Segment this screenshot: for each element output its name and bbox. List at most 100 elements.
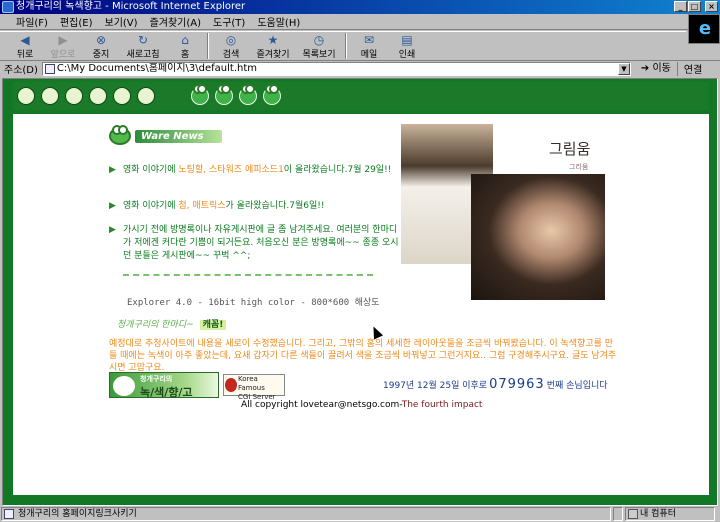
frog-icon <box>215 84 233 105</box>
toolbar-separator <box>345 33 347 59</box>
security-zone-panel: 내 컴퓨터 <box>625 507 715 521</box>
frog-icon <box>239 84 257 105</box>
title-bar: 청개구리의 녹색향고 - Microsoft Internet Explorer… <box>0 0 720 14</box>
photo-subtitle: 그리움 <box>569 163 589 171</box>
menu-view[interactable]: 보기(V) <box>99 14 144 29</box>
page-content: Ware News ▶ 영화 이야기에 노팅할, 스타워즈 에피소드1이 올라왔… <box>13 114 709 495</box>
minimize-button[interactable]: _ <box>674 1 687 12</box>
window-title: 청개구리의 녹색향고 - Microsoft Internet Explorer <box>16 1 246 12</box>
update-paragraph: 예정대로 추청사이트에 내용을 새로이 수정했습니다. 그리고, 그밖의 홈의 … <box>109 339 617 373</box>
links-button[interactable]: 연결 <box>678 61 708 76</box>
frog-icon <box>191 84 209 105</box>
photo-title: 그림움 <box>549 140 591 158</box>
page-icon <box>44 63 55 74</box>
status-text-panel: 청개구리의 홈페이지링크사키기 <box>1 507 611 521</box>
copyright-line: All copyright lovetear@netsgo.com-The fo… <box>241 400 483 410</box>
window-controls: _ □ × <box>674 1 718 12</box>
web-page: Ware News ▶ 영화 이야기에 노팅할, 스타워즈 에피소드1이 올라왔… <box>3 79 717 505</box>
favorites-folder-icon: ★ <box>267 33 279 47</box>
ie-e-icon: e <box>698 18 712 39</box>
nav-bullet-icon <box>137 87 155 105</box>
address-input[interactable]: C:\My Documents\홈페이지\3\default.htm ▼ <box>41 61 631 76</box>
history-icon: ◷ <box>313 33 325 47</box>
news-item[interactable]: ▶ 영화 이야기에 노팅할, 스타워즈 에피소드1이 올라왔습니다.7월 29일… <box>109 164 399 177</box>
refresh-button[interactable]: ↻ 새로고침 <box>120 32 166 60</box>
back-button[interactable]: ◀ 뒤로 <box>6 32 44 60</box>
history-button[interactable]: ◷ 목록보기 <box>296 32 342 60</box>
go-button[interactable]: ➔ 이동 <box>635 61 678 76</box>
nav-home-link[interactable] <box>17 85 37 107</box>
ie-app-icon <box>2 1 14 13</box>
visitor-count: 079963 <box>489 377 545 392</box>
photo-woman <box>471 174 605 300</box>
menu-help[interactable]: 도움말(H) <box>251 14 306 29</box>
ie-throbber-logo: e <box>688 14 720 44</box>
standard-toolbar: ◀ 뒤로 ▶ 앞으로 ⊗ 중지 ↻ 새로고침 ⌂ 홈 ◎ 검색 ★ 즐겨찾기 ◷ 목록보기 ✉ 메… <box>0 31 686 60</box>
cgi-logo-icon <box>225 378 237 392</box>
nav-bullet-icon <box>113 87 131 105</box>
home-button[interactable]: ⌂ 홈 <box>166 32 204 60</box>
go-arrow-icon: ➔ <box>640 62 650 74</box>
menu-favorites[interactable]: 즐겨찾기(A) <box>144 14 207 29</box>
nav-bullet-icon <box>41 87 59 105</box>
nav-frog-4[interactable] <box>263 84 283 107</box>
frog-icon <box>17 87 35 105</box>
nav-link-4[interactable] <box>113 85 133 107</box>
refresh-icon: ↻ <box>137 33 149 47</box>
back-arrow-icon: ◀ <box>20 33 30 47</box>
nav-bullet-icon <box>89 87 107 105</box>
news-item: ▶ 가시기 전에 방명록이나 자유게시판에 글 좀 남겨주세요. 여러분의 한마… <box>109 225 399 261</box>
nav-frog-1[interactable] <box>191 84 211 107</box>
status-panel <box>613 507 623 521</box>
address-label: 주소(D) <box>4 65 38 76</box>
menu-file[interactable]: 파일(F) <box>10 14 54 29</box>
close-button[interactable]: × <box>705 1 718 12</box>
nav-link-5[interactable] <box>137 85 157 107</box>
computer-icon <box>628 509 638 519</box>
forward-button[interactable]: ▶ 앞으로 <box>44 32 82 60</box>
arrow-bullet-icon: ▶ <box>109 201 116 211</box>
nav-link-3[interactable] <box>89 85 109 107</box>
stop-icon: ⊗ <box>95 33 107 47</box>
print-button[interactable]: ▤ 인쇄 <box>388 32 426 60</box>
ware-news-label: Ware News <box>135 129 222 143</box>
cgi-server-banner[interactable]: Korea Famous CGI Server <box>223 374 285 401</box>
menu-bar: 파일(F) 편집(E) 보기(V) 즐겨찾기(A) 도구(T) 도움말(H) <box>0 14 720 30</box>
site-nav-strip <box>13 82 709 110</box>
status-bar: 청개구리의 홈페이지링크사키기 내 컴퓨터 <box>0 506 720 522</box>
visitor-counter: 1997년 12월 25일 이후로 079963 번째 손님입니다 <box>383 377 608 392</box>
menu-edit[interactable]: 편집(E) <box>54 14 99 29</box>
nav-frog-3[interactable] <box>239 84 259 107</box>
photo-collage: 그림움 그리움 <box>401 124 605 300</box>
toolbar-separator <box>207 33 209 59</box>
maximize-button[interactable]: □ <box>688 1 701 12</box>
menu-tools[interactable]: 도구(T) <box>207 14 251 29</box>
address-dropdown-button[interactable]: ▼ <box>617 62 630 75</box>
nav-bullet-icon <box>65 87 83 105</box>
site-banner[interactable]: 청개구리의 녹/색/향/고 <box>109 372 219 399</box>
news-item[interactable]: ▶ 영화 이야기에 첨, 매트릭스가 올라왔습니다.7월6일!! <box>109 200 399 213</box>
printer-icon: ▤ <box>401 33 413 47</box>
browser-recommendation: Explorer 4.0 - 16bit high color - 800*60… <box>127 298 380 308</box>
forward-arrow-icon: ▶ <box>58 33 68 47</box>
nav-frog-2[interactable] <box>215 84 235 107</box>
stop-button[interactable]: ⊗ 중지 <box>82 32 120 60</box>
nav-link-1[interactable] <box>41 85 61 107</box>
mail-icon: ✉ <box>363 33 375 47</box>
arrow-bullet-icon: ▶ <box>109 165 116 175</box>
arrow-bullet-icon: ▶ <box>109 225 116 235</box>
ware-news-header: Ware News <box>109 124 222 148</box>
browser-viewport: Ware News ▶ 영화 이야기에 노팅할, 스타워즈 에피소드1이 올라왔… <box>2 78 718 506</box>
paw-logo-icon <box>113 376 135 396</box>
address-url: C:\My Documents\홈페이지\3\default.htm <box>56 62 258 74</box>
home-icon: ⌂ <box>181 33 189 47</box>
frog-icon <box>263 84 281 105</box>
nav-link-2[interactable] <box>65 85 85 107</box>
search-icon: ◎ <box>225 33 237 47</box>
favorites-button[interactable]: ★ 즐겨찾기 <box>250 32 296 60</box>
frog-icon <box>109 125 131 145</box>
search-button[interactable]: ◎ 검색 <box>212 32 250 60</box>
address-bar: 주소(D) C:\My Documents\홈페이지\3\default.htm… <box>0 60 720 76</box>
frog-remark-header: 청개구리의 한마디~ 캐꼼! <box>117 317 227 330</box>
mail-button[interactable]: ✉ 메일 <box>350 32 388 60</box>
